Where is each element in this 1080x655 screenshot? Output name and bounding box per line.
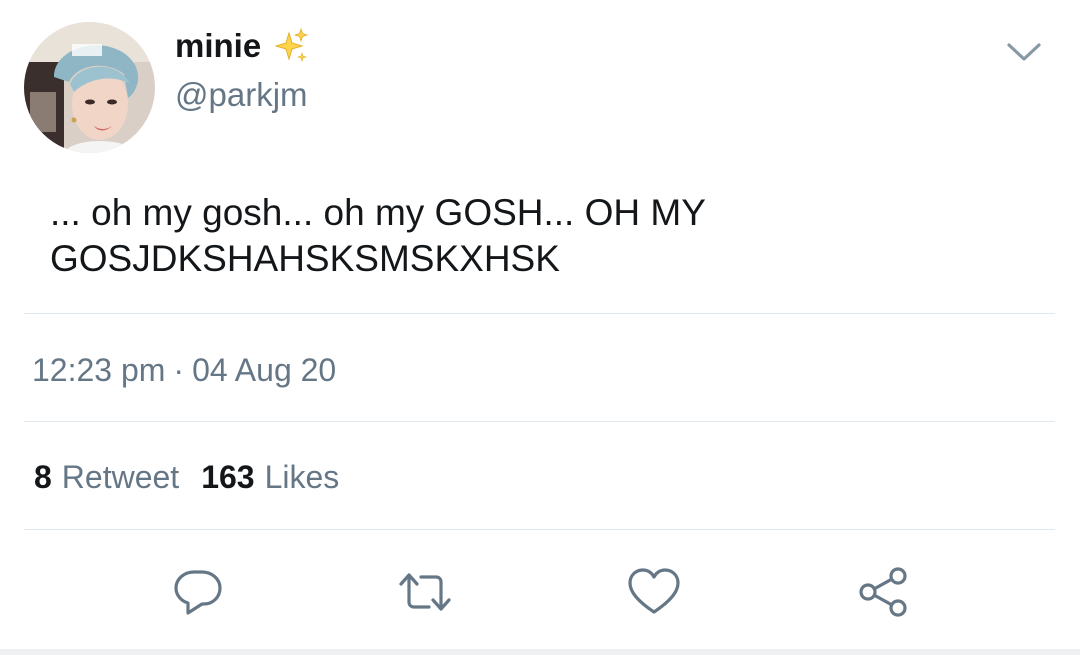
divider	[24, 313, 1055, 314]
retweets-stat[interactable]: 8 Retweet	[34, 457, 179, 497]
likes-count: 163	[201, 459, 255, 495]
tweet-stats: 8 Retweet 163 Likes	[34, 457, 361, 497]
heart-icon	[628, 568, 680, 614]
divider	[24, 529, 1055, 530]
like-button[interactable]	[622, 560, 686, 624]
sparkles-icon	[273, 27, 309, 65]
bottom-separator	[0, 649, 1080, 655]
display-name[interactable]: minie	[175, 26, 309, 66]
tweet-actions	[0, 560, 1080, 624]
tweet-date: 04 Aug 20	[192, 352, 337, 388]
retweet-icon	[399, 573, 451, 611]
share-button[interactable]	[851, 560, 915, 624]
timestamp-separator: ·	[173, 352, 185, 388]
tweet-text: ... oh my gosh... oh my GOSH... OH MY GO…	[50, 192, 706, 279]
retweets-label: Retweet	[61, 459, 180, 495]
divider	[24, 421, 1055, 422]
likes-label: Likes	[264, 459, 340, 495]
likes-stat[interactable]: 163 Likes	[201, 457, 339, 497]
retweets-count: 8	[34, 459, 52, 495]
tweet-timestamp[interactable]: 12:23 pm · 04 Aug 20	[32, 350, 336, 390]
share-icon	[859, 567, 907, 617]
avatar[interactable]	[24, 22, 155, 153]
retweet-button[interactable]	[393, 560, 457, 624]
profile-photo	[24, 22, 155, 153]
reply-icon	[174, 570, 222, 615]
user-handle[interactable]: @parkjm	[175, 75, 308, 115]
tweet-card: minie @parkjm ... oh my gosh... oh my GO…	[0, 0, 1080, 655]
display-name-text: minie	[175, 27, 262, 64]
chevron-down-icon[interactable]	[1006, 38, 1042, 66]
reply-button[interactable]	[166, 560, 230, 624]
tweet-time: 12:23 pm	[32, 352, 166, 388]
